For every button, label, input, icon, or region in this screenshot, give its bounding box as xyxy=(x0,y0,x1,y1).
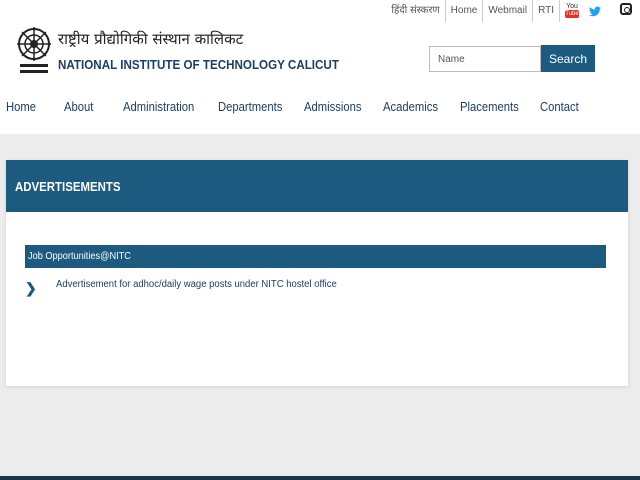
institute-name-hindi: राष्ट्रीय प्रौद्योगिकी संस्थान कालिकट xyxy=(58,30,244,48)
instagram-link[interactable] xyxy=(620,3,632,15)
page-title: ADVERTISEMENTS xyxy=(15,179,121,194)
nav-home[interactable]: Home xyxy=(6,96,36,118)
twitter-icon xyxy=(589,6,601,16)
advertisement-link[interactable]: Advertisement for adhoc/daily wage posts… xyxy=(56,278,337,292)
nav-administration[interactable]: Administration xyxy=(123,96,194,118)
twitter-link[interactable] xyxy=(584,6,606,17)
nav-contact[interactable]: Contact xyxy=(540,96,579,118)
nav-about[interactable]: About xyxy=(64,96,93,118)
search-input[interactable] xyxy=(429,46,541,72)
section-label: Job Opportunities@NITC xyxy=(28,251,131,262)
home-link[interactable]: Home xyxy=(446,0,484,22)
card-header: ADVERTISEMENTS xyxy=(6,160,628,212)
chevron-right-icon: ❯ xyxy=(25,280,37,296)
rti-link[interactable]: RTI xyxy=(533,0,560,22)
instagram-icon xyxy=(620,3,632,15)
nav-departments[interactable]: Departments xyxy=(218,96,282,118)
search-button[interactable]: Search xyxy=(541,45,595,72)
webmail-link[interactable]: Webmail xyxy=(483,0,534,22)
nav-placements[interactable]: Placements xyxy=(460,96,519,118)
section-header-job-opportunities: Job Opportunities@NITC xyxy=(25,245,606,268)
list-item[interactable]: ❯ Advertisement for adhoc/daily wage pos… xyxy=(25,278,585,298)
youtube-icon-top: You xyxy=(566,3,578,10)
main-nav: Home About Administration Departments Ad… xyxy=(0,96,640,118)
youtube-icon-bottom: Tube xyxy=(565,10,579,18)
footer-strip xyxy=(0,476,640,480)
nav-academics[interactable]: Academics xyxy=(383,96,438,118)
institute-name-english: NATIONAL INSTITUTE OF TECHNOLOGY CALICUT xyxy=(58,58,339,72)
advertisements-card: ADVERTISEMENTS Job Opportunities@NITC ❯ … xyxy=(6,160,628,386)
youtube-icon: You Tube xyxy=(565,3,579,19)
nav-admissions[interactable]: Admissions xyxy=(304,96,362,118)
institute-logo[interactable] xyxy=(17,24,51,76)
youtube-link[interactable]: You Tube xyxy=(560,3,584,19)
utility-bar: हिंदी संस्करण Home Webmail RTI You Tube xyxy=(386,0,606,22)
hindi-version-link[interactable]: हिंदी संस्करण xyxy=(386,0,446,22)
site-header: हिंदी संस्करण Home Webmail RTI You Tube xyxy=(0,0,640,134)
